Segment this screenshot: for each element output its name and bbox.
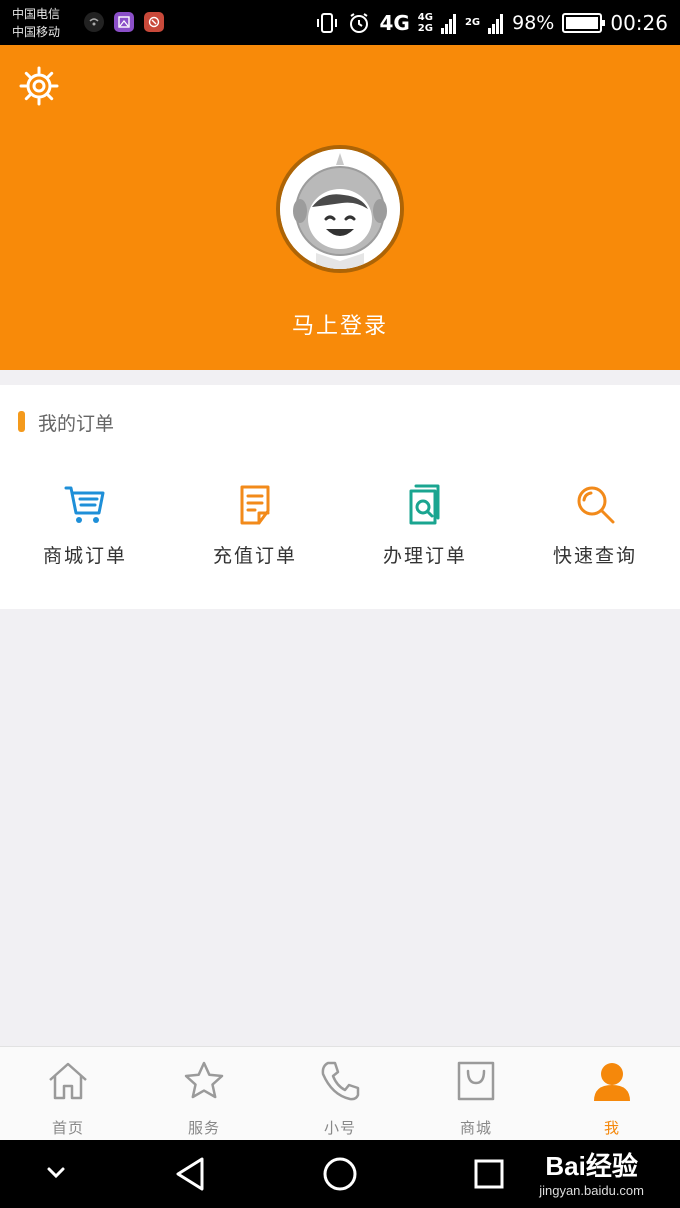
carrier-2: 中国移动 xyxy=(12,25,61,39)
battery-level xyxy=(566,16,598,29)
section-title: 我的订单 xyxy=(38,413,115,435)
system-navigation-bar: Bai经验 jingyan.baidu.com xyxy=(0,1140,680,1208)
clock: 00:26 xyxy=(610,10,668,35)
quick-query-button[interactable]: 快速查询 xyxy=(510,483,680,568)
carrier-1: 中国电信 xyxy=(12,7,61,21)
tab-secondary-number[interactable]: 小号 xyxy=(272,1047,408,1140)
user-icon xyxy=(594,1063,630,1101)
notification-icons xyxy=(84,12,164,32)
tab-label: 首页 xyxy=(51,1119,84,1137)
signal-icon-2 xyxy=(488,13,504,34)
section-accent-bar xyxy=(18,411,25,432)
phone-icon xyxy=(321,1061,360,1101)
login-button[interactable]: 马上登录 xyxy=(0,308,680,340)
chevron-down-icon[interactable] xyxy=(44,1162,68,1182)
baidu-watermark: Bai经验 jingyan.baidu.com xyxy=(539,1146,644,1198)
recent-apps-icon[interactable] xyxy=(472,1154,508,1194)
star-icon xyxy=(184,1061,224,1099)
order-label: 商城订单 xyxy=(42,545,127,567)
vibrate-icon xyxy=(317,12,338,33)
tab-label: 商城 xyxy=(459,1119,492,1137)
carrier-info: 中国电信 中国移动 xyxy=(12,5,60,41)
status-indicators: 4G 4G 2G 2G 98% 00:26 xyxy=(315,0,668,45)
home-icon xyxy=(49,1062,87,1100)
battery-percent: 98% xyxy=(512,11,555,34)
tool-app-icon xyxy=(144,12,164,32)
wifi-hotspot-icon xyxy=(84,12,104,32)
order-shortcuts: 商城订单 充值订单 办理订单 快速查询 xyxy=(0,483,680,568)
shopping-cart-icon xyxy=(64,486,105,523)
order-label: 充值订单 xyxy=(212,545,297,567)
battery-icon xyxy=(562,12,606,33)
profile-header: 马上登录 xyxy=(0,45,680,370)
tab-label: 我 xyxy=(603,1119,620,1137)
cartoon-avatar-icon xyxy=(280,149,400,269)
gallery-app-icon xyxy=(114,12,134,32)
bottom-tab-bar: 首页 服务 小号 商城 我 xyxy=(0,1046,680,1140)
tab-services[interactable]: 服务 xyxy=(136,1047,272,1140)
network-type-third: 2G xyxy=(464,17,481,28)
back-icon[interactable] xyxy=(170,1154,210,1194)
alarm-icon xyxy=(350,12,369,33)
shopping-bag-icon xyxy=(457,1061,495,1101)
recharge-document-icon xyxy=(240,485,270,525)
my-orders-section: 我的订单 商城订单 充值订单 办理订单 快速查询 xyxy=(0,385,680,609)
handle-document-icon xyxy=(409,484,440,525)
network-type-main: 4G xyxy=(379,10,410,35)
mall-orders-button[interactable]: 商城订单 xyxy=(0,483,170,568)
handle-orders-button[interactable]: 办理订单 xyxy=(340,483,510,568)
recharge-orders-button[interactable]: 充值订单 xyxy=(170,483,340,568)
watermark-url: jingyan.baidu.com xyxy=(539,1183,644,1198)
search-icon xyxy=(577,486,615,524)
tab-label: 服务 xyxy=(187,1119,220,1137)
home-button-icon[interactable] xyxy=(320,1154,360,1194)
avatar[interactable] xyxy=(276,145,404,273)
watermark-brand: Bai经验 xyxy=(545,1151,638,1181)
signal-icon-1 xyxy=(440,13,456,34)
order-label: 快速查询 xyxy=(552,545,637,567)
gear-icon[interactable] xyxy=(18,65,60,107)
tab-mall[interactable]: 商城 xyxy=(408,1047,544,1140)
tab-label: 小号 xyxy=(323,1119,356,1137)
tab-me[interactable]: 我 xyxy=(544,1047,680,1140)
tab-home[interactable]: 首页 xyxy=(0,1047,136,1140)
status-bar: 中国电信 中国移动 4G 4G 2G 2G 98% 00:26 xyxy=(0,0,680,45)
order-label: 办理订单 xyxy=(382,545,467,567)
network-type-dual: 4G 2G xyxy=(417,11,433,34)
